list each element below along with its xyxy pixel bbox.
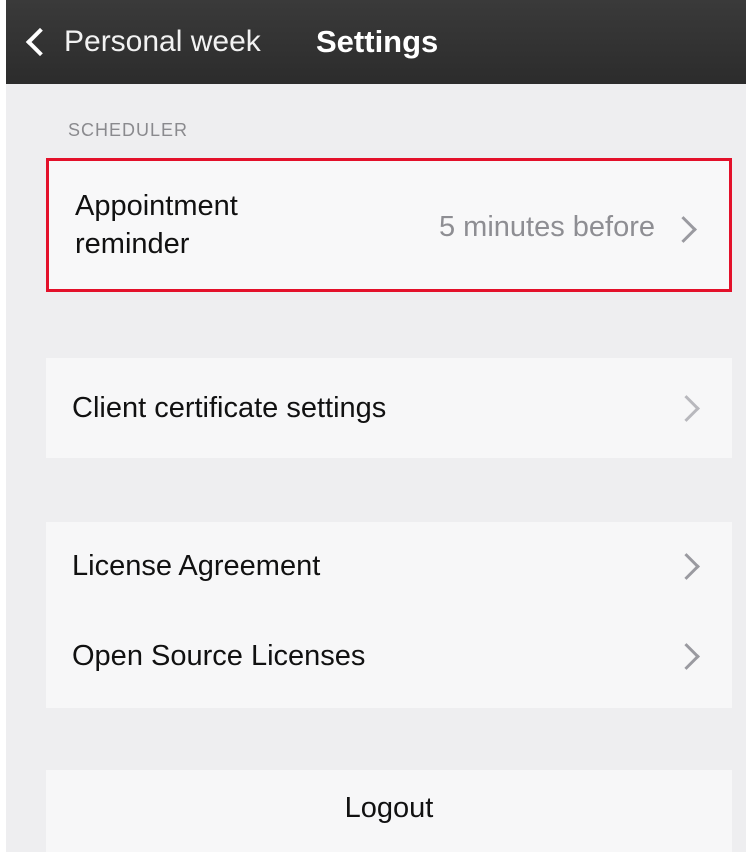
settings-screen: Personal week Settings SCHEDULER Appoint…: [6, 0, 746, 852]
back-button[interactable]: Personal week: [20, 18, 261, 66]
open-source-licenses-label: Open Source Licenses: [72, 640, 366, 672]
chevron-right-icon: [673, 553, 700, 580]
appointment-reminder-label: Appointment reminder: [75, 190, 238, 260]
license-agreement-row[interactable]: License Agreement: [46, 522, 732, 610]
chevron-left-icon: [25, 27, 55, 57]
page-title: Settings: [316, 24, 439, 59]
appointment-reminder-row[interactable]: Appointment reminder 5 minutes before: [46, 158, 732, 292]
navigation-bar: Personal week Settings: [6, 0, 746, 84]
logout-label: Logout: [344, 792, 434, 824]
chevron-right-icon: [670, 216, 697, 243]
open-source-licenses-row[interactable]: Open Source Licenses: [46, 610, 732, 698]
chevron-right-icon: [673, 395, 700, 422]
back-button-label: Personal week: [64, 25, 261, 58]
legal-group: License Agreement Open Source Licenses: [46, 522, 732, 708]
logout-button[interactable]: Logout: [46, 770, 732, 852]
section-header-scheduler: SCHEDULER: [68, 120, 189, 140]
license-agreement-label: License Agreement: [72, 550, 321, 582]
client-certificate-settings-label: Client certificate settings: [72, 392, 387, 424]
client-certificate-settings-row[interactable]: Client certificate settings: [46, 358, 732, 458]
appointment-reminder-value: 5 minutes before: [438, 211, 655, 243]
chevron-right-icon: [673, 643, 700, 670]
